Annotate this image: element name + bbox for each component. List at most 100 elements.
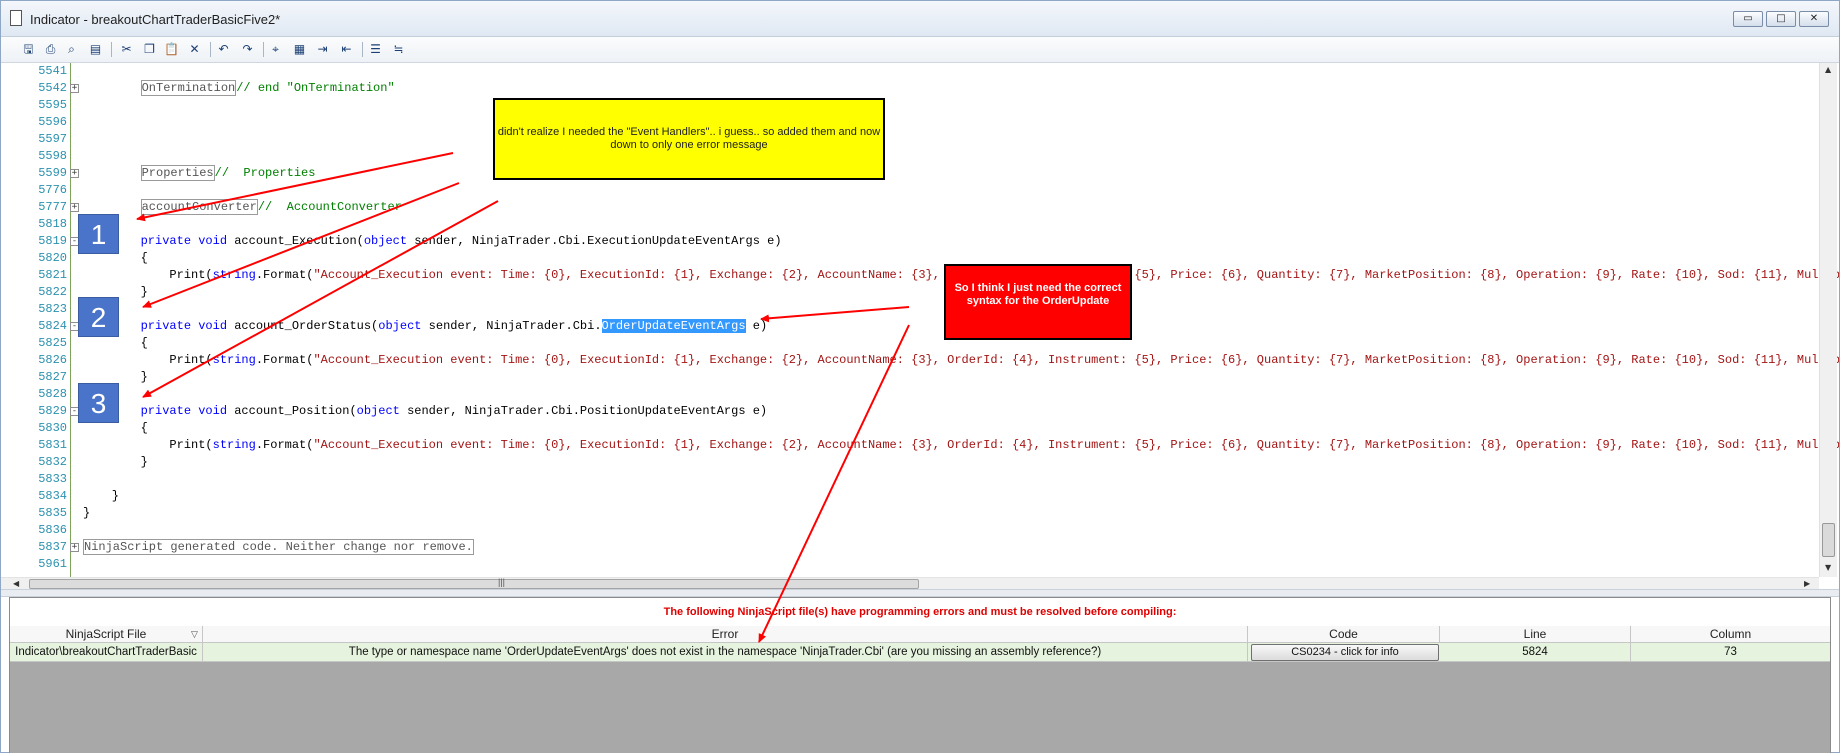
expand-region-icon[interactable]: + <box>70 169 79 178</box>
horizontal-scroll-thumb[interactable]: ||| <box>29 577 919 589</box>
minimize-button[interactable]: ▭ <box>1733 11 1763 27</box>
line-number: 5596 <box>38 115 67 129</box>
line-number: 5827 <box>38 370 67 384</box>
delete-icon[interactable]: ✕ <box>186 41 203 58</box>
code-line[interactable]: 5837 + NinjaScript generated code. Neither… <box>1 539 1819 556</box>
line-number: 5832 <box>38 455 67 469</box>
comment-icon[interactable]: ☰ <box>367 41 384 58</box>
code-line[interactable]: 5831 Print(string.Format("Account_Execut… <box>1 437 1839 454</box>
code-line[interactable]: 5829- private void account_Position(obje… <box>1 403 1819 420</box>
code-line[interactable]: 5541 <box>1 63 1819 80</box>
expand-region-icon[interactable]: + <box>70 543 79 552</box>
column-header-file[interactable]: NinjaScript File ▽ <box>10 626 203 643</box>
column-header-line[interactable]: Line <box>1440 626 1631 643</box>
code-line[interactable]: 5833 <box>1 471 1819 488</box>
code-token: private void <box>140 234 228 248</box>
code-text: NinjaScript generated code. Neither chan… <box>83 539 474 556</box>
close-button[interactable]: ✕ <box>1799 11 1829 27</box>
indent-icon[interactable]: ⇥ <box>314 41 331 58</box>
code-token: Print( <box>83 438 213 452</box>
outdent-icon[interactable]: ⇤ <box>338 41 355 58</box>
line-number: 5837 <box>38 540 67 554</box>
code-line[interactable]: 5777 + accountConverter// AccountConverte… <box>1 199 1819 216</box>
line-number: 5822 <box>38 285 67 299</box>
find-icon[interactable]: ⌖ <box>267 41 284 58</box>
code-line[interactable]: 5834 } <box>1 488 1819 505</box>
code-line[interactable]: 5835} <box>1 505 1819 522</box>
code-line[interactable]: 5776 <box>1 182 1819 199</box>
page-setup-icon[interactable]: ▤ <box>87 41 104 58</box>
undo-icon[interactable]: ↶ <box>215 41 232 58</box>
code-line[interactable]: 5822 } <box>1 284 1819 301</box>
collapsed-region-label[interactable]: accountConverter <box>140 199 258 215</box>
code-line[interactable]: 5961 <box>1 556 1819 573</box>
code-token: } <box>83 489 120 503</box>
scroll-left-icon[interactable]: ◀ <box>13 579 19 588</box>
code-line[interactable]: 5823 <box>1 301 1819 318</box>
expand-region-icon[interactable]: + <box>70 203 79 212</box>
annotation-badge-1: 1 <box>78 214 119 254</box>
table-row[interactable]: Indicator\breakoutChartTraderBasic The t… <box>10 643 1830 662</box>
vertical-scrollbar[interactable]: ▲ ▼ <box>1819 63 1837 577</box>
code-line[interactable]: 5542 + OnTermination// end "OnTermination… <box>1 80 1819 97</box>
print-preview-icon[interactable]: ⌕ <box>63 41 80 58</box>
scroll-down-icon[interactable]: ▼ <box>1825 563 1831 572</box>
code-line[interactable]: 5824- private void account_OrderStatus(o… <box>1 318 1819 335</box>
horizontal-scrollbar[interactable]: ◀ ||| ▶ <box>1 577 1819 589</box>
column-header-code[interactable]: Code <box>1248 626 1440 643</box>
paste-icon[interactable]: 📋 <box>163 41 180 58</box>
find-replace-icon[interactable]: ▦ <box>291 41 308 58</box>
code-line[interactable]: 5836 <box>1 522 1819 539</box>
collapsed-region-label[interactable]: OnTermination <box>140 80 237 96</box>
line-number: 5836 <box>38 523 67 537</box>
code-line[interactable]: 5597 <box>1 131 1819 148</box>
expand-region-icon[interactable]: + <box>70 84 79 93</box>
save-icon[interactable]: 🖫 <box>20 41 37 58</box>
print-icon[interactable]: ⎙ <box>42 41 59 58</box>
code-text: private void account_OrderStatus(object … <box>83 318 767 335</box>
code-token: .Format( <box>255 438 314 452</box>
redo-icon[interactable]: ↷ <box>239 41 256 58</box>
scroll-right-icon[interactable]: ▶ <box>1804 579 1810 588</box>
collapsed-region-label[interactable]: NinjaScript generated code. Neither chan… <box>83 539 474 555</box>
uncomment-icon[interactable]: ≒ <box>390 41 407 58</box>
error-message-cell: The type or namespace name 'OrderUpdateE… <box>203 643 1248 662</box>
code-line[interactable]: 5832 } <box>1 454 1819 471</box>
code-line[interactable]: 5830 { <box>1 420 1819 437</box>
panel-splitter[interactable] <box>1 589 1839 597</box>
copy-icon[interactable]: ❐ <box>141 41 158 58</box>
scroll-up-icon[interactable]: ▲ <box>1825 65 1831 74</box>
code-token: // AccountConverter <box>257 200 402 214</box>
code-line[interactable]: 5595 <box>1 97 1819 114</box>
code-line[interactable]: 5819- private void account_Execution(obj… <box>1 233 1819 250</box>
window-title: Indicator - breakoutChartTraderBasicFive… <box>30 12 281 27</box>
grip-icon: ||| <box>498 577 506 587</box>
line-number: 5597 <box>38 132 67 146</box>
code-line[interactable]: 5820 { <box>1 250 1819 267</box>
error-code-button[interactable]: CS0234 - click for info <box>1251 644 1439 661</box>
code-line[interactable]: 5596 <box>1 114 1819 131</box>
code-token: account_OrderStatus( <box>227 319 379 333</box>
code-line[interactable]: 5818 <box>1 216 1819 233</box>
maximize-button[interactable]: □ <box>1766 11 1796 27</box>
code-line[interactable]: 5599 + Properties// Properties <box>1 165 1819 182</box>
code-line[interactable]: 5825 { <box>1 335 1819 352</box>
toolbar-separator <box>111 42 112 57</box>
code-line[interactable]: 5826 Print(string.Format("Account_Execut… <box>1 352 1839 369</box>
column-header-column[interactable]: Column <box>1631 626 1830 643</box>
column-header-error[interactable]: Error <box>203 626 1248 643</box>
code-token: "Account_Execution event: Time: {0}, Exe… <box>313 353 1839 367</box>
vertical-scroll-thumb[interactable] <box>1822 523 1835 557</box>
code-line[interactable]: 5821 Print(string.Format("Account_Execut… <box>1 267 1839 284</box>
line-number: 5541 <box>38 64 67 78</box>
code-editor[interactable]: 5541 5542 + OnTermination// end "OnTermina… <box>1 63 1839 589</box>
code-line[interactable]: 5827 } <box>1 369 1819 386</box>
code-token: Print( <box>83 268 213 282</box>
cut-icon[interactable]: ✂ <box>118 41 135 58</box>
code-line[interactable]: 5828 <box>1 386 1819 403</box>
code-token: e) <box>745 319 768 333</box>
code-line[interactable]: 5598 <box>1 148 1819 165</box>
toolbar-separator <box>263 42 264 57</box>
collapsed-region-label[interactable]: Properties <box>140 165 215 181</box>
code-text: private void account_Position(object sen… <box>83 403 768 420</box>
